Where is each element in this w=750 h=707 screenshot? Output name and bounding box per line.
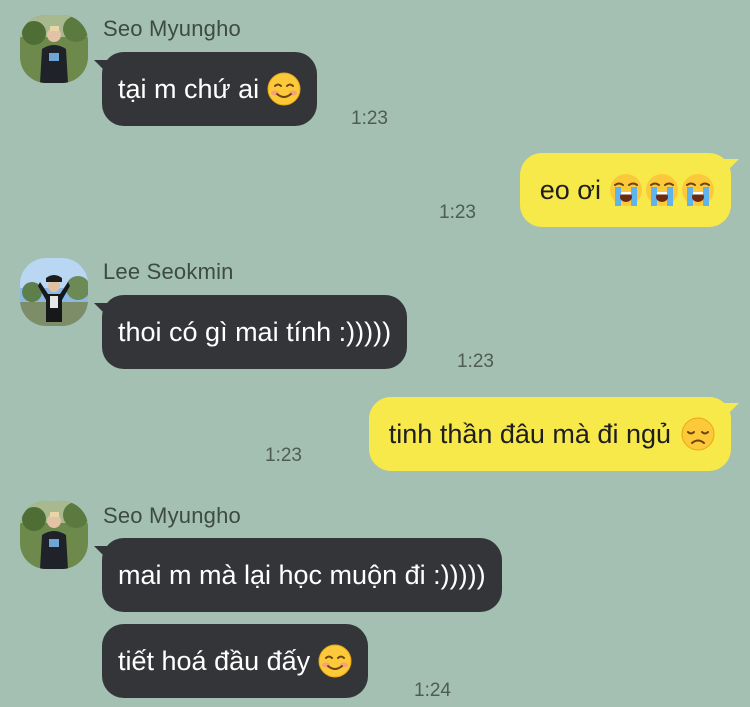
message-text: tiết hoá đầu đấy [118,646,311,676]
loudly-crying-face-icon [645,173,679,207]
message-text: eo ơi [539,175,601,205]
message-bubble-outgoing[interactable]: eo ơi [519,153,739,227]
message-text: tại m chứ ai [118,74,260,104]
message-text: mai m mà lại học muộn đi :))))) [118,560,486,590]
sender-name: Seo Myungho [103,503,241,528]
message-bubble-incoming[interactable]: thoi có gì mai tính :))))) [94,295,408,369]
message-bubble-outgoing[interactable]: tinh thần đâu mà đi ngủ [368,397,739,471]
message-bubble-incoming[interactable]: tại m chứ ai [94,52,318,126]
loudly-crying-face-icon [681,173,715,207]
avatar-lee-seokmin[interactable] [20,258,88,326]
message-bubble-incoming[interactable]: mai m mà lại học muộn đi :))))) [94,538,502,612]
message-text: thoi có gì mai tính :))))) [118,317,392,347]
smiling-face-icon [267,72,301,106]
message-text: tinh thần đâu mà đi ngủ [388,419,671,449]
bubble-tail [723,403,739,419]
bubble-tail [94,303,110,319]
message-time: 1:23 [439,202,476,223]
message-bubble-incoming[interactable]: tiết hoá đầu đấy [102,624,369,698]
message-time: 1:23 [351,108,388,129]
message-time: 1:24 [414,680,451,701]
message-time: 1:23 [265,445,302,466]
bubble-tail [723,159,739,175]
avatar-seo-myungho[interactable] [20,501,88,569]
sender-name: Seo Myungho [103,16,241,41]
sender-name: Lee Seokmin [103,259,234,284]
disappointed-face-icon [681,417,715,451]
bubble-tail [94,546,110,562]
message-time: 1:23 [457,351,494,372]
avatar-seo-myungho[interactable] [20,15,88,83]
loudly-crying-face-icon [609,173,643,207]
smiling-face-icon [318,644,352,678]
bubble-tail [94,60,110,76]
